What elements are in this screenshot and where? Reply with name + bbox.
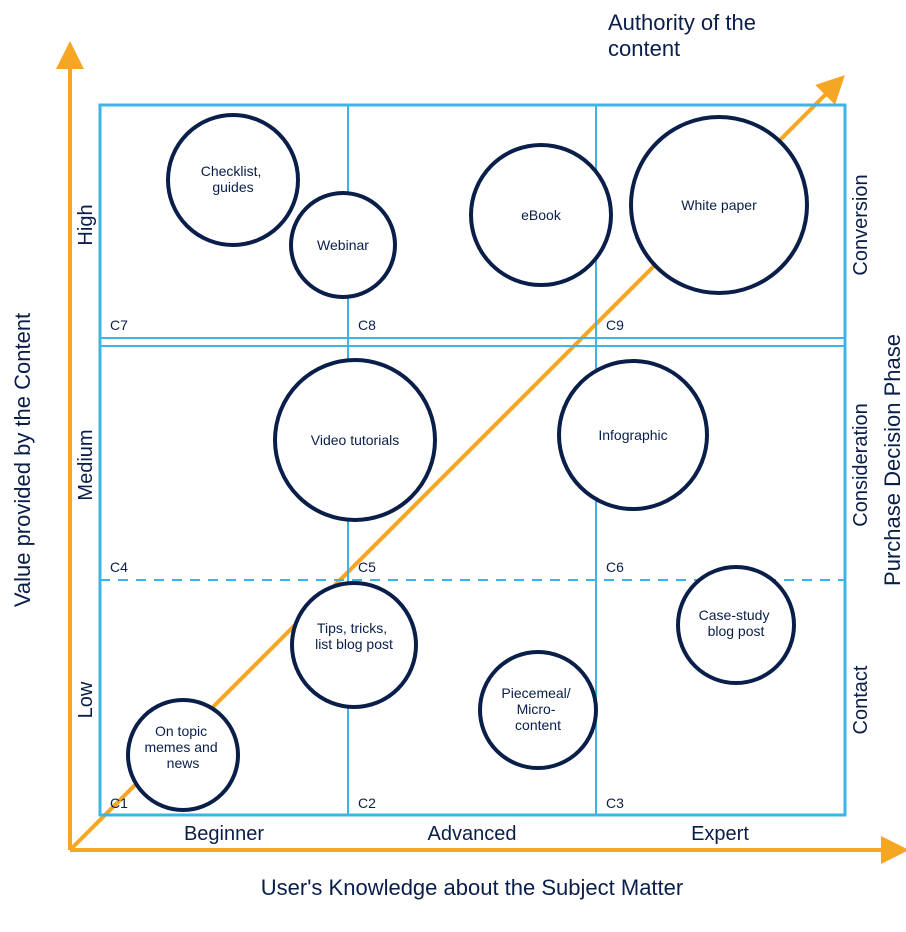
diag-title-line2: content [608,36,680,61]
bubble-webinar: Webinar [291,193,395,297]
cell-c4: C4 [110,559,128,575]
cell-c2: C2 [358,795,376,811]
cell-c3: C3 [606,795,624,811]
y-tick-low: Low [75,681,97,718]
cell-c6: C6 [606,559,624,575]
bubble-video-tutorials: Video tutorials [275,360,435,520]
bubble-case-study: Case-study blog post [678,567,794,683]
svg-text:Case-study blog post: Case-study blog post [699,607,774,639]
bubble-infographic: Infographic [559,361,707,509]
svg-text:White paper: White paper [681,197,757,213]
x-axis-title: User's Knowledge about the Subject Matte… [261,875,683,900]
right-axis-title: Purchase Decision Phase [880,334,905,586]
svg-text:Tips, tricks, list blog: Tips, tricks, list blog post [315,620,393,652]
bubble-checklist-guides: Checklist, guides [168,115,298,245]
cell-c1: C1 [110,795,128,811]
content-matrix-chart: C1 C2 C3 C4 C5 C6 C7 C8 C9 Checklist, gu… [0,0,906,932]
bubble-memes-news: On topic memes and news [128,700,238,810]
cell-c8: C8 [358,317,376,333]
cell-c5: C5 [358,559,376,575]
phase-conversion: Conversion [850,174,872,275]
x-tick-beginner: Beginner [184,823,264,845]
svg-text:eBook: eBook [521,207,562,223]
phase-contact: Contact [850,665,872,734]
phase-consideration: Consideration [850,403,872,526]
svg-text:Infographic: Infographic [598,427,667,443]
bubble-white-paper: White paper [631,117,807,293]
x-tick-expert: Expert [691,823,749,845]
bubble-tips-tricks: Tips, tricks, list blog post [292,583,416,707]
svg-text:Video tutorials: Video tutorials [311,432,399,448]
y-tick-high: High [75,204,97,245]
x-tick-advanced: Advanced [428,823,517,845]
cell-c9: C9 [606,317,624,333]
y-axis-title: Value provided by the Content [10,313,35,607]
y-tick-medium: Medium [75,429,97,500]
diagonal-axis-title: Authority of the content [608,10,762,61]
bubble-ebook: eBook [471,145,611,285]
diag-title-line1: Authority of the [608,10,756,35]
bubble-piecemeal: Piecemeal/ Micro- content [480,652,596,768]
cell-c7: C7 [110,317,128,333]
svg-text:Webinar: Webinar [317,237,369,253]
